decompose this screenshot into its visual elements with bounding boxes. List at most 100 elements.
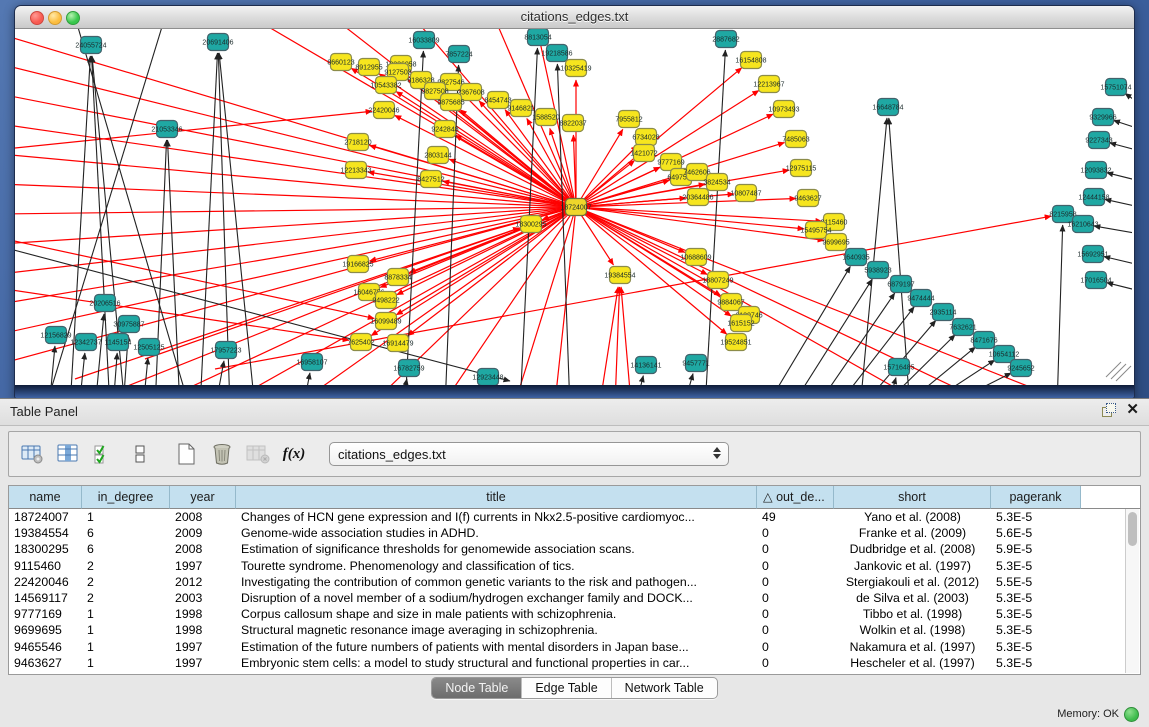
- table-cell[interactable]: 9777169: [9, 606, 82, 622]
- table-cell[interactable]: 0: [757, 655, 834, 671]
- graph-node[interactable]: 15692951: [1077, 246, 1108, 263]
- graph-node[interactable]: 16958107: [296, 354, 327, 371]
- graph-node[interactable]: 1588520: [532, 109, 559, 126]
- graph-node[interactable]: 12505125: [133, 339, 164, 356]
- table-cell[interactable]: 2008: [170, 509, 236, 525]
- tab-network-table[interactable]: Network Table: [611, 678, 717, 698]
- graph-node[interactable]: 6879197: [887, 276, 914, 293]
- graph-node[interactable]: 17957223: [210, 342, 241, 359]
- column-header-pagerank[interactable]: pagerank: [991, 486, 1081, 509]
- graph-node[interactable]: 7857224: [445, 46, 472, 63]
- table-cell[interactable]: 5.3E-5: [991, 622, 1081, 638]
- table-cell[interactable]: Yano et al. (2008): [834, 509, 991, 525]
- graph-node[interactable]: 9699695: [822, 234, 849, 251]
- table-cell[interactable]: Dudbridge et al. (2008): [834, 541, 991, 557]
- table-cell[interactable]: 1: [82, 622, 170, 638]
- table-cell[interactable]: 9465546: [9, 639, 82, 655]
- graph-node[interactable]: 8878334: [384, 269, 411, 286]
- graph-node[interactable]: 6734028: [632, 129, 659, 146]
- table-cell[interactable]: 14569117: [9, 590, 82, 606]
- graph-node[interactable]: 5938923: [864, 262, 891, 279]
- graph-node[interactable]: 3824534: [703, 174, 730, 191]
- table-cell[interactable]: 5.3E-5: [991, 509, 1081, 525]
- table-cell[interactable]: Estimation of significance thresholds fo…: [236, 541, 757, 557]
- table-cell[interactable]: 2008: [170, 541, 236, 557]
- tab-edge-table[interactable]: Edge Table: [521, 678, 610, 698]
- table-cell[interactable]: 1997: [170, 639, 236, 655]
- table-cell[interactable]: 22420046: [9, 574, 82, 590]
- column-header-short[interactable]: short: [834, 486, 991, 509]
- table-cell[interactable]: 5.9E-5: [991, 541, 1081, 557]
- close-panel-icon[interactable]: ✕: [1126, 403, 1139, 417]
- graph-node[interactable]: 16782759: [393, 360, 424, 377]
- graph-node[interactable]: 8427512: [417, 171, 444, 188]
- graph-node[interactable]: 10973493: [768, 101, 799, 118]
- table-cell[interactable]: 18300295: [9, 541, 82, 557]
- new-column-button[interactable]: [171, 439, 201, 469]
- column-header-name[interactable]: name: [9, 486, 82, 509]
- graph-node[interactable]: 12213343: [340, 162, 371, 179]
- graph-node[interactable]: 12213967: [753, 76, 784, 93]
- table-options-button[interactable]: [17, 439, 47, 469]
- network-canvas[interactable]: 2405572420691406160338097857224881305419…: [15, 29, 1134, 385]
- table-cell[interactable]: Jankovic et al. (1997): [834, 558, 991, 574]
- table-cell[interactable]: Corpus callosum shape and size in male p…: [236, 606, 757, 622]
- graph-node[interactable]: 1145154: [105, 334, 132, 351]
- table-cell[interactable]: 6: [82, 525, 170, 541]
- table-cell[interactable]: 19384554: [9, 525, 82, 541]
- table-cell[interactable]: 0: [757, 639, 834, 655]
- table-cell[interactable]: 0: [757, 525, 834, 541]
- graph-node[interactable]: 9227343: [1085, 132, 1112, 149]
- table-cell[interactable]: 0: [757, 622, 834, 638]
- table-cell[interactable]: 0: [757, 590, 834, 606]
- table-cell[interactable]: 49: [757, 509, 834, 525]
- table-cell[interactable]: Estimation of the future numbers of pati…: [236, 639, 757, 655]
- table-cell[interactable]: Structural magnetic resonance image aver…: [236, 622, 757, 638]
- table-cell[interactable]: Nakamura et al. (1997): [834, 639, 991, 655]
- table-select-dropdown[interactable]: citations_edges.txt: [329, 442, 729, 466]
- network-window-titlebar[interactable]: citations_edges.txt: [15, 6, 1134, 29]
- table-cell[interactable]: 6: [82, 541, 170, 557]
- table-cell[interactable]: 5.3E-5: [991, 590, 1081, 606]
- table-cell[interactable]: 2: [82, 558, 170, 574]
- graph-node[interactable]: 7625402: [347, 334, 374, 351]
- graph-node[interactable]: 16033809: [408, 32, 439, 49]
- table-cell[interactable]: Genome-wide association studies in ADHD.: [236, 525, 757, 541]
- table-cell[interactable]: Embryonic stem cells: a model to study s…: [236, 655, 757, 671]
- graph-node[interactable]: 8471676: [970, 332, 997, 349]
- graph-node[interactable]: 12093832: [1080, 162, 1111, 179]
- network-graph[interactable]: 2405572420691406160338097857224881305419…: [15, 29, 1132, 385]
- graph-node[interactable]: 21053346: [151, 121, 182, 138]
- table-cell[interactable]: 2012: [170, 574, 236, 590]
- graph-node[interactable]: 20691406: [202, 34, 233, 51]
- function-builder-button[interactable]: f(x): [279, 439, 309, 469]
- scrollbar-thumb[interactable]: [1128, 512, 1137, 546]
- table-cell[interactable]: 9115460: [9, 558, 82, 574]
- graph-node[interactable]: 9146821: [507, 100, 534, 117]
- graph-node[interactable]: 9329966: [1089, 109, 1116, 126]
- graph-node[interactable]: 7955812: [615, 111, 642, 128]
- column-header-year[interactable]: year: [170, 486, 236, 509]
- graph-node[interactable]: 8822037: [559, 115, 586, 132]
- table-cell[interactable]: 0: [757, 606, 834, 622]
- table-cell[interactable]: 1: [82, 639, 170, 655]
- table-cell[interactable]: Franke et al. (2009): [834, 525, 991, 541]
- table-cell[interactable]: 1997: [170, 655, 236, 671]
- graph-node[interactable]: 2803144: [424, 147, 451, 164]
- graph-node[interactable]: 9242848: [431, 121, 458, 138]
- table-cell[interactable]: Stergiakouli et al. (2012): [834, 574, 991, 590]
- float-panel-icon[interactable]: [1102, 403, 1116, 417]
- table-cell[interactable]: 18724007: [9, 509, 82, 525]
- graph-node[interactable]: 8660123: [327, 54, 354, 71]
- table-cell[interactable]: 9463627: [9, 655, 82, 671]
- graph-node[interactable]: 9245652: [1007, 360, 1034, 377]
- graph-node[interactable]: 10807487: [730, 185, 761, 202]
- table-cell[interactable]: Tibbo et al. (1998): [834, 606, 991, 622]
- column-header-title[interactable]: title: [236, 486, 757, 509]
- table-cell[interactable]: Hescheler et al. (1997): [834, 655, 991, 671]
- table-cell[interactable]: 1998: [170, 606, 236, 622]
- table-cell[interactable]: Disruption of a novel member of a sodium…: [236, 590, 757, 606]
- graph-node[interactable]: 8912955: [355, 59, 382, 76]
- table-vertical-scrollbar[interactable]: [1125, 509, 1139, 673]
- table-cell[interactable]: 2003: [170, 590, 236, 606]
